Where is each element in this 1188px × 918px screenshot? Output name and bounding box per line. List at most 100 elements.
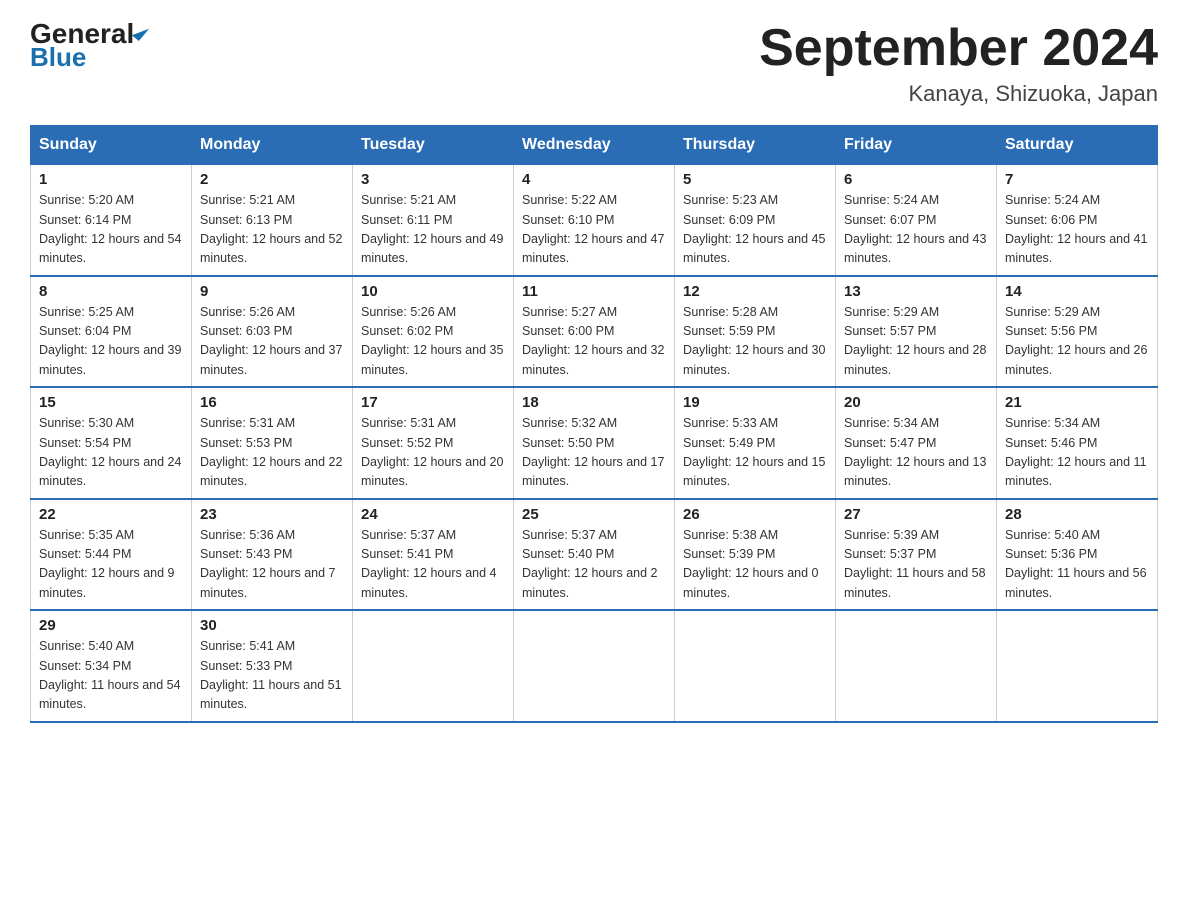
week-row-2: 8 Sunrise: 5:25 AMSunset: 6:04 PMDayligh… bbox=[31, 276, 1158, 388]
calendar-cell: 8 Sunrise: 5:25 AMSunset: 6:04 PMDayligh… bbox=[31, 276, 192, 388]
day-info: Sunrise: 5:40 AMSunset: 5:34 PMDaylight:… bbox=[39, 639, 181, 711]
day-info: Sunrise: 5:30 AMSunset: 5:54 PMDaylight:… bbox=[39, 416, 181, 488]
calendar-subtitle: Kanaya, Shizuoka, Japan bbox=[759, 81, 1158, 107]
day-info: Sunrise: 5:29 AMSunset: 5:57 PMDaylight:… bbox=[844, 305, 986, 377]
day-number: 2 bbox=[200, 171, 344, 188]
day-info: Sunrise: 5:27 AMSunset: 6:00 PMDaylight:… bbox=[522, 305, 664, 377]
day-number: 28 bbox=[1005, 506, 1149, 523]
day-number: 22 bbox=[39, 506, 183, 523]
day-info: Sunrise: 5:34 AMSunset: 5:46 PMDaylight:… bbox=[1005, 416, 1147, 488]
calendar-cell: 25 Sunrise: 5:37 AMSunset: 5:40 PMDaylig… bbox=[514, 499, 675, 611]
calendar-cell: 1 Sunrise: 5:20 AMSunset: 6:14 PMDayligh… bbox=[31, 165, 192, 276]
header-row: SundayMondayTuesdayWednesdayThursdayFrid… bbox=[31, 126, 1158, 165]
calendar-cell bbox=[675, 610, 836, 722]
day-info: Sunrise: 5:20 AMSunset: 6:14 PMDaylight:… bbox=[39, 193, 181, 265]
day-number: 30 bbox=[200, 617, 344, 634]
day-number: 26 bbox=[683, 506, 827, 523]
calendar-table: SundayMondayTuesdayWednesdayThursdayFrid… bbox=[30, 125, 1158, 723]
day-info: Sunrise: 5:34 AMSunset: 5:47 PMDaylight:… bbox=[844, 416, 986, 488]
day-info: Sunrise: 5:29 AMSunset: 5:56 PMDaylight:… bbox=[1005, 305, 1147, 377]
col-header-thursday: Thursday bbox=[675, 126, 836, 165]
calendar-cell: 5 Sunrise: 5:23 AMSunset: 6:09 PMDayligh… bbox=[675, 165, 836, 276]
day-info: Sunrise: 5:40 AMSunset: 5:36 PMDaylight:… bbox=[1005, 528, 1147, 600]
day-number: 18 bbox=[522, 394, 666, 411]
day-number: 15 bbox=[39, 394, 183, 411]
logo-blue: Blue bbox=[30, 44, 86, 70]
day-info: Sunrise: 5:31 AMSunset: 5:52 PMDaylight:… bbox=[361, 416, 503, 488]
day-info: Sunrise: 5:28 AMSunset: 5:59 PMDaylight:… bbox=[683, 305, 825, 377]
calendar-cell: 12 Sunrise: 5:28 AMSunset: 5:59 PMDaylig… bbox=[675, 276, 836, 388]
day-info: Sunrise: 5:21 AMSunset: 6:13 PMDaylight:… bbox=[200, 193, 342, 265]
calendar-cell: 16 Sunrise: 5:31 AMSunset: 5:53 PMDaylig… bbox=[192, 387, 353, 499]
day-number: 4 bbox=[522, 171, 666, 188]
col-header-wednesday: Wednesday bbox=[514, 126, 675, 165]
day-number: 9 bbox=[200, 283, 344, 300]
week-row-3: 15 Sunrise: 5:30 AMSunset: 5:54 PMDaylig… bbox=[31, 387, 1158, 499]
calendar-cell: 21 Sunrise: 5:34 AMSunset: 5:46 PMDaylig… bbox=[997, 387, 1158, 499]
calendar-cell: 29 Sunrise: 5:40 AMSunset: 5:34 PMDaylig… bbox=[31, 610, 192, 722]
calendar-cell: 22 Sunrise: 5:35 AMSunset: 5:44 PMDaylig… bbox=[31, 499, 192, 611]
calendar-cell bbox=[514, 610, 675, 722]
calendar-cell: 26 Sunrise: 5:38 AMSunset: 5:39 PMDaylig… bbox=[675, 499, 836, 611]
day-info: Sunrise: 5:31 AMSunset: 5:53 PMDaylight:… bbox=[200, 416, 342, 488]
day-number: 27 bbox=[844, 506, 988, 523]
day-number: 3 bbox=[361, 171, 505, 188]
day-info: Sunrise: 5:24 AMSunset: 6:06 PMDaylight:… bbox=[1005, 193, 1147, 265]
day-number: 11 bbox=[522, 283, 666, 300]
day-number: 7 bbox=[1005, 171, 1149, 188]
day-number: 5 bbox=[683, 171, 827, 188]
day-info: Sunrise: 5:24 AMSunset: 6:07 PMDaylight:… bbox=[844, 193, 986, 265]
day-number: 20 bbox=[844, 394, 988, 411]
day-number: 23 bbox=[200, 506, 344, 523]
calendar-cell: 19 Sunrise: 5:33 AMSunset: 5:49 PMDaylig… bbox=[675, 387, 836, 499]
calendar-cell: 23 Sunrise: 5:36 AMSunset: 5:43 PMDaylig… bbox=[192, 499, 353, 611]
calendar-title: September 2024 bbox=[759, 20, 1158, 77]
day-info: Sunrise: 5:37 AMSunset: 5:41 PMDaylight:… bbox=[361, 528, 497, 600]
col-header-friday: Friday bbox=[836, 126, 997, 165]
calendar-cell: 6 Sunrise: 5:24 AMSunset: 6:07 PMDayligh… bbox=[836, 165, 997, 276]
col-header-saturday: Saturday bbox=[997, 126, 1158, 165]
logo: General Blue bbox=[30, 20, 145, 70]
day-number: 16 bbox=[200, 394, 344, 411]
day-info: Sunrise: 5:39 AMSunset: 5:37 PMDaylight:… bbox=[844, 528, 986, 600]
page-header: General Blue September 2024 Kanaya, Shiz… bbox=[30, 20, 1158, 107]
col-header-monday: Monday bbox=[192, 126, 353, 165]
day-info: Sunrise: 5:35 AMSunset: 5:44 PMDaylight:… bbox=[39, 528, 175, 600]
calendar-cell: 14 Sunrise: 5:29 AMSunset: 5:56 PMDaylig… bbox=[997, 276, 1158, 388]
calendar-cell: 7 Sunrise: 5:24 AMSunset: 6:06 PMDayligh… bbox=[997, 165, 1158, 276]
day-info: Sunrise: 5:26 AMSunset: 6:02 PMDaylight:… bbox=[361, 305, 503, 377]
calendar-cell: 2 Sunrise: 5:21 AMSunset: 6:13 PMDayligh… bbox=[192, 165, 353, 276]
day-number: 25 bbox=[522, 506, 666, 523]
day-info: Sunrise: 5:23 AMSunset: 6:09 PMDaylight:… bbox=[683, 193, 825, 265]
day-info: Sunrise: 5:37 AMSunset: 5:40 PMDaylight:… bbox=[522, 528, 658, 600]
day-info: Sunrise: 5:38 AMSunset: 5:39 PMDaylight:… bbox=[683, 528, 819, 600]
calendar-cell: 27 Sunrise: 5:39 AMSunset: 5:37 PMDaylig… bbox=[836, 499, 997, 611]
calendar-cell: 4 Sunrise: 5:22 AMSunset: 6:10 PMDayligh… bbox=[514, 165, 675, 276]
day-number: 19 bbox=[683, 394, 827, 411]
week-row-5: 29 Sunrise: 5:40 AMSunset: 5:34 PMDaylig… bbox=[31, 610, 1158, 722]
calendar-cell: 30 Sunrise: 5:41 AMSunset: 5:33 PMDaylig… bbox=[192, 610, 353, 722]
day-info: Sunrise: 5:36 AMSunset: 5:43 PMDaylight:… bbox=[200, 528, 336, 600]
day-info: Sunrise: 5:25 AMSunset: 6:04 PMDaylight:… bbox=[39, 305, 181, 377]
day-number: 8 bbox=[39, 283, 183, 300]
day-number: 21 bbox=[1005, 394, 1149, 411]
day-number: 14 bbox=[1005, 283, 1149, 300]
calendar-cell bbox=[353, 610, 514, 722]
day-number: 1 bbox=[39, 171, 183, 188]
day-info: Sunrise: 5:21 AMSunset: 6:11 PMDaylight:… bbox=[361, 193, 503, 265]
calendar-cell bbox=[997, 610, 1158, 722]
day-info: Sunrise: 5:22 AMSunset: 6:10 PMDaylight:… bbox=[522, 193, 664, 265]
day-info: Sunrise: 5:33 AMSunset: 5:49 PMDaylight:… bbox=[683, 416, 825, 488]
day-info: Sunrise: 5:32 AMSunset: 5:50 PMDaylight:… bbox=[522, 416, 664, 488]
calendar-cell: 17 Sunrise: 5:31 AMSunset: 5:52 PMDaylig… bbox=[353, 387, 514, 499]
day-info: Sunrise: 5:41 AMSunset: 5:33 PMDaylight:… bbox=[200, 639, 342, 711]
calendar-cell: 18 Sunrise: 5:32 AMSunset: 5:50 PMDaylig… bbox=[514, 387, 675, 499]
week-row-1: 1 Sunrise: 5:20 AMSunset: 6:14 PMDayligh… bbox=[31, 165, 1158, 276]
week-row-4: 22 Sunrise: 5:35 AMSunset: 5:44 PMDaylig… bbox=[31, 499, 1158, 611]
calendar-cell: 13 Sunrise: 5:29 AMSunset: 5:57 PMDaylig… bbox=[836, 276, 997, 388]
col-header-sunday: Sunday bbox=[31, 126, 192, 165]
day-number: 29 bbox=[39, 617, 183, 634]
day-number: 13 bbox=[844, 283, 988, 300]
calendar-cell: 24 Sunrise: 5:37 AMSunset: 5:41 PMDaylig… bbox=[353, 499, 514, 611]
day-number: 17 bbox=[361, 394, 505, 411]
